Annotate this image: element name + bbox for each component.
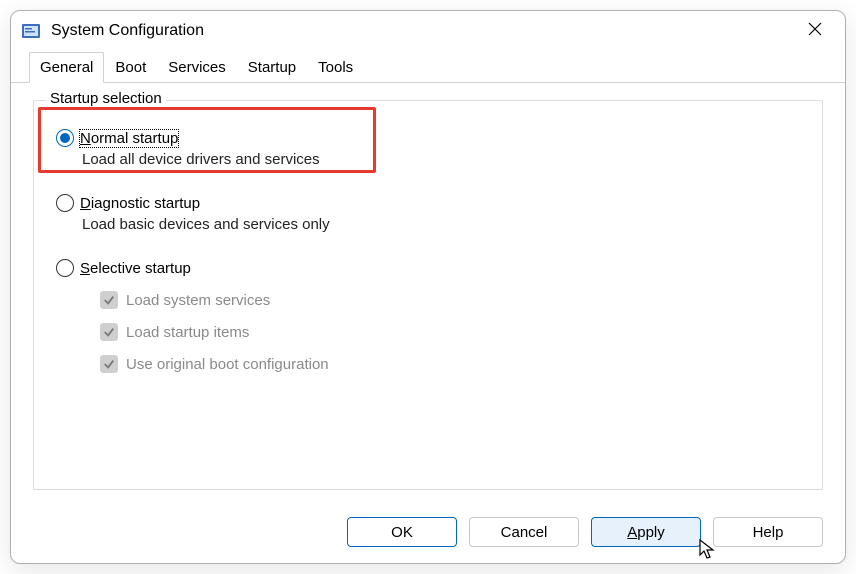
radio-selective-label[interactable]: Selective startup xyxy=(80,260,191,277)
tab-boot[interactable]: Boot xyxy=(104,52,157,83)
checkbox-icon xyxy=(100,291,118,309)
window-title: System Configuration xyxy=(51,22,793,40)
check-original-boot-config: Use original boot configuration xyxy=(100,355,800,373)
startup-selection-group: Startup selection Normal startup Load al… xyxy=(33,100,823,490)
check-load-startup-items: Load startup items xyxy=(100,323,800,341)
check-load-system-services: Load system services xyxy=(100,291,800,309)
system-configuration-window: System Configuration General Boot Servic… xyxy=(10,10,846,564)
check-label: Load startup items xyxy=(126,324,249,341)
tab-startup[interactable]: Startup xyxy=(237,52,307,83)
tab-tools[interactable]: Tools xyxy=(307,52,364,83)
button-bar: OK Cancel Apply Help xyxy=(11,517,845,563)
tab-strip: General Boot Services Startup Tools xyxy=(11,51,845,83)
radio-diagnostic[interactable] xyxy=(56,194,74,212)
radio-normal-desc: Load all device drivers and services xyxy=(82,151,800,168)
option-diagnostic: Diagnostic startup Load basic devices an… xyxy=(56,194,800,233)
help-button[interactable]: Help xyxy=(713,517,823,547)
checkbox-icon xyxy=(100,355,118,373)
tab-general[interactable]: General xyxy=(29,52,104,83)
group-legend: Startup selection xyxy=(46,90,166,107)
check-label: Load system services xyxy=(126,292,270,309)
radio-normal[interactable] xyxy=(56,129,74,147)
radio-diagnostic-label[interactable]: Diagnostic startup xyxy=(80,195,200,212)
tab-services[interactable]: Services xyxy=(157,52,237,83)
radio-normal-label[interactable]: Normal startup xyxy=(80,130,178,147)
radio-selective[interactable] xyxy=(56,259,74,277)
cancel-button[interactable]: Cancel xyxy=(469,517,579,547)
close-button[interactable] xyxy=(793,15,837,47)
checkbox-icon xyxy=(100,323,118,341)
apply-button[interactable]: Apply xyxy=(591,517,701,547)
app-icon xyxy=(21,21,41,41)
check-label: Use original boot configuration xyxy=(126,356,329,373)
tab-content: Startup selection Normal startup Load al… xyxy=(11,82,845,517)
selective-children: Load system services Load startup items … xyxy=(100,291,800,373)
ok-button[interactable]: OK xyxy=(347,517,457,547)
radio-diagnostic-desc: Load basic devices and services only xyxy=(82,216,800,233)
close-icon xyxy=(808,22,822,40)
option-normal: Normal startup Load all device drivers a… xyxy=(56,129,800,168)
titlebar: System Configuration xyxy=(11,11,845,51)
option-selective: Selective startup Load system services L… xyxy=(56,259,800,373)
